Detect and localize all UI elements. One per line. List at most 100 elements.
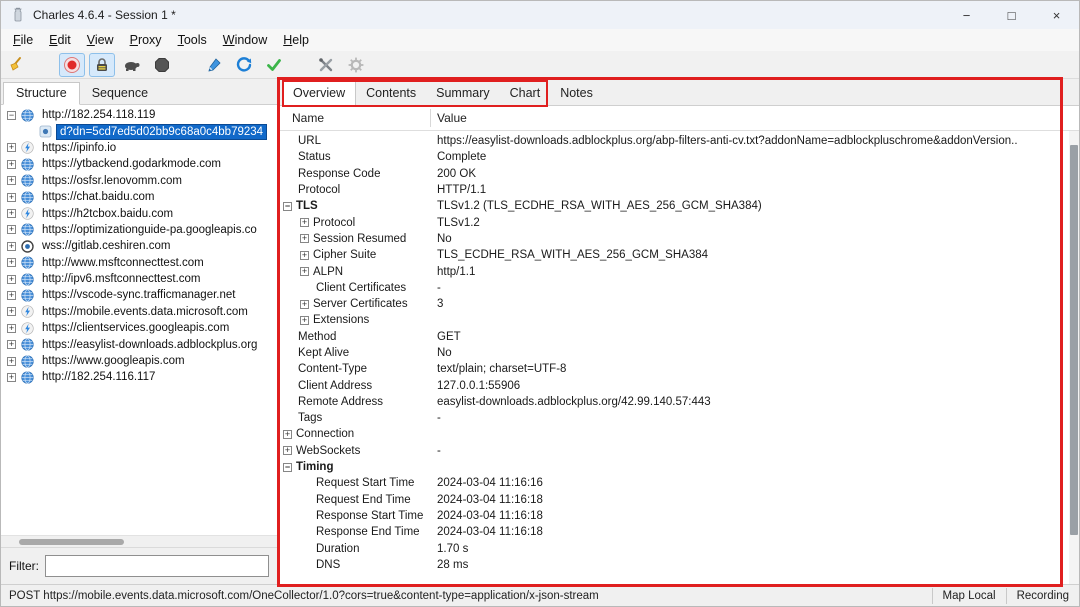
expand-icon[interactable]: + bbox=[7, 225, 16, 234]
expand-icon[interactable]: + bbox=[300, 234, 309, 243]
tree-horizontal-scrollbar[interactable] bbox=[1, 535, 277, 547]
clear-session-broom-button[interactable] bbox=[3, 53, 29, 77]
record-button[interactable] bbox=[59, 53, 85, 77]
ssl-lock-button[interactable] bbox=[89, 53, 115, 77]
scrollbar-thumb[interactable] bbox=[19, 539, 124, 545]
table-row[interactable]: Response End Time2024-03-04 11:16:18 bbox=[278, 524, 1079, 540]
menu-file[interactable]: File bbox=[5, 31, 41, 49]
tree-item[interactable]: +https://h2tcbox.baidu.com bbox=[1, 205, 277, 221]
table-row[interactable]: Client Certificates- bbox=[278, 280, 1079, 296]
tab-notes[interactable]: Notes bbox=[550, 82, 603, 105]
map-local-button[interactable]: Map Local bbox=[932, 588, 1006, 604]
expand-icon[interactable]: + bbox=[7, 307, 16, 316]
menu-edit[interactable]: Edit bbox=[41, 31, 79, 49]
expand-icon[interactable]: + bbox=[300, 251, 309, 260]
expand-icon[interactable]: + bbox=[7, 160, 16, 169]
menu-tools[interactable]: Tools bbox=[170, 31, 215, 49]
tree-item[interactable]: d?dn=5cd7ed5d02bb9c68a0c4bb79234 bbox=[1, 123, 277, 139]
expand-icon[interactable]: + bbox=[7, 275, 16, 284]
table-row[interactable]: +WebSockets- bbox=[278, 443, 1079, 459]
tree-item[interactable]: +https://vscode-sync.trafficmanager.net bbox=[1, 287, 277, 303]
expand-icon[interactable]: + bbox=[300, 218, 309, 227]
tree-item[interactable]: +https://osfsr.lenovomm.com bbox=[1, 173, 277, 189]
breakpoints-stop-button[interactable] bbox=[149, 53, 175, 77]
maximize-button[interactable]: □ bbox=[989, 1, 1034, 29]
table-row[interactable]: Request End Time2024-03-04 11:16:18 bbox=[278, 492, 1079, 508]
expand-icon[interactable]: + bbox=[283, 430, 292, 439]
expand-icon[interactable]: + bbox=[283, 446, 292, 455]
collapse-icon[interactable]: − bbox=[7, 111, 16, 120]
table-row[interactable]: +ALPNhttp/1.1 bbox=[278, 263, 1079, 279]
expand-icon[interactable]: + bbox=[7, 193, 16, 202]
tree-item[interactable]: +https://optimizationguide-pa.googleapis… bbox=[1, 222, 277, 238]
repeat-refresh-button[interactable] bbox=[231, 53, 257, 77]
expand-icon[interactable]: + bbox=[300, 300, 309, 309]
expand-icon[interactable]: + bbox=[300, 316, 309, 325]
tab-structure[interactable]: Structure bbox=[3, 82, 80, 105]
tree-item[interactable]: +https://clientservices.googleapis.com bbox=[1, 320, 277, 336]
tab-contents[interactable]: Contents bbox=[356, 82, 426, 105]
tab-chart[interactable]: Chart bbox=[500, 82, 551, 105]
expand-icon[interactable]: + bbox=[7, 324, 16, 333]
filter-input[interactable] bbox=[45, 555, 269, 577]
table-row[interactable]: Kept AliveNo bbox=[278, 345, 1079, 361]
tree-item[interactable]: −http://182.254.118.119 bbox=[1, 107, 277, 123]
table-row[interactable]: Client Address127.0.0.1:55906 bbox=[278, 377, 1079, 393]
validate-check-button[interactable] bbox=[261, 53, 287, 77]
table-row[interactable]: Duration1.70 s bbox=[278, 540, 1079, 556]
table-row[interactable]: −TLSTLSv1.2 (TLS_ECDHE_RSA_WITH_AES_256_… bbox=[278, 198, 1079, 214]
tab-overview[interactable]: Overview bbox=[282, 81, 356, 106]
table-row[interactable]: Response Code200 OK bbox=[278, 166, 1079, 182]
table-row[interactable]: +Extensions bbox=[278, 312, 1079, 328]
table-row[interactable]: +Session ResumedNo bbox=[278, 231, 1079, 247]
scrollbar-thumb[interactable] bbox=[1070, 145, 1078, 535]
tree-item[interactable]: +http://182.254.116.117 bbox=[1, 369, 277, 385]
expand-icon[interactable]: + bbox=[300, 267, 309, 276]
tree-item[interactable]: +https://mobile.events.data.microsoft.co… bbox=[1, 304, 277, 320]
menu-help[interactable]: Help bbox=[275, 31, 317, 49]
settings-gear-button[interactable] bbox=[343, 53, 369, 77]
table-row[interactable]: +Connection bbox=[278, 426, 1079, 442]
expand-icon[interactable]: + bbox=[7, 176, 16, 185]
column-divider[interactable] bbox=[430, 109, 431, 127]
tree-item[interactable]: +https://easylist-downloads.adblockplus.… bbox=[1, 336, 277, 352]
menu-window[interactable]: Window bbox=[215, 31, 275, 49]
expand-icon[interactable]: + bbox=[7, 209, 16, 218]
collapse-icon[interactable]: − bbox=[283, 463, 292, 472]
table-row[interactable]: Request Start Time2024-03-04 11:16:16 bbox=[278, 475, 1079, 491]
column-header-value[interactable]: Value bbox=[430, 111, 467, 125]
tree-item[interactable]: +https://ytbackend.godarkmode.com bbox=[1, 156, 277, 172]
tab-summary[interactable]: Summary bbox=[426, 82, 499, 105]
table-row[interactable]: StatusComplete bbox=[278, 149, 1079, 165]
compose-pen-button[interactable] bbox=[201, 53, 227, 77]
menu-proxy[interactable]: Proxy bbox=[122, 31, 170, 49]
table-row[interactable]: Remote Addresseasylist-downloads.adblock… bbox=[278, 394, 1079, 410]
throttle-turtle-button[interactable] bbox=[119, 53, 145, 77]
table-row[interactable]: URLhttps://easylist-downloads.adblockplu… bbox=[278, 133, 1079, 149]
close-button[interactable]: × bbox=[1034, 1, 1079, 29]
minimize-button[interactable]: − bbox=[944, 1, 989, 29]
tree-item[interactable]: +https://ipinfo.io bbox=[1, 140, 277, 156]
table-row[interactable]: Response Start Time2024-03-04 11:16:18 bbox=[278, 508, 1079, 524]
table-row[interactable]: MethodGET bbox=[278, 329, 1079, 345]
tree-item[interactable]: +http://ipv6.msftconnecttest.com bbox=[1, 271, 277, 287]
table-row[interactable]: +Cipher SuiteTLS_ECDHE_RSA_WITH_AES_256_… bbox=[278, 247, 1079, 263]
tools-crossed-button[interactable] bbox=[313, 53, 339, 77]
collapse-icon[interactable]: − bbox=[283, 202, 292, 211]
table-row[interactable]: Content-Typetext/plain; charset=UTF-8 bbox=[278, 361, 1079, 377]
table-row[interactable]: ProtocolHTTP/1.1 bbox=[278, 182, 1079, 198]
column-header-name[interactable]: Name bbox=[278, 111, 430, 125]
tree-item[interactable]: +http://www.msftconnecttest.com bbox=[1, 255, 277, 271]
menu-view[interactable]: View bbox=[79, 31, 122, 49]
expand-icon[interactable]: + bbox=[7, 242, 16, 251]
detail-vertical-scrollbar[interactable] bbox=[1069, 131, 1079, 584]
expand-icon[interactable]: + bbox=[7, 340, 16, 349]
expand-icon[interactable]: + bbox=[7, 357, 16, 366]
table-row[interactable]: DNS28 ms bbox=[278, 557, 1079, 573]
expand-icon[interactable]: + bbox=[7, 373, 16, 382]
tab-sequence[interactable]: Sequence bbox=[80, 83, 160, 104]
expand-icon[interactable]: + bbox=[7, 291, 16, 300]
tree-item[interactable]: +wss://gitlab.ceshiren.com bbox=[1, 238, 277, 254]
tree-item[interactable]: +https://chat.baidu.com bbox=[1, 189, 277, 205]
recording-button[interactable]: Recording bbox=[1006, 588, 1079, 604]
